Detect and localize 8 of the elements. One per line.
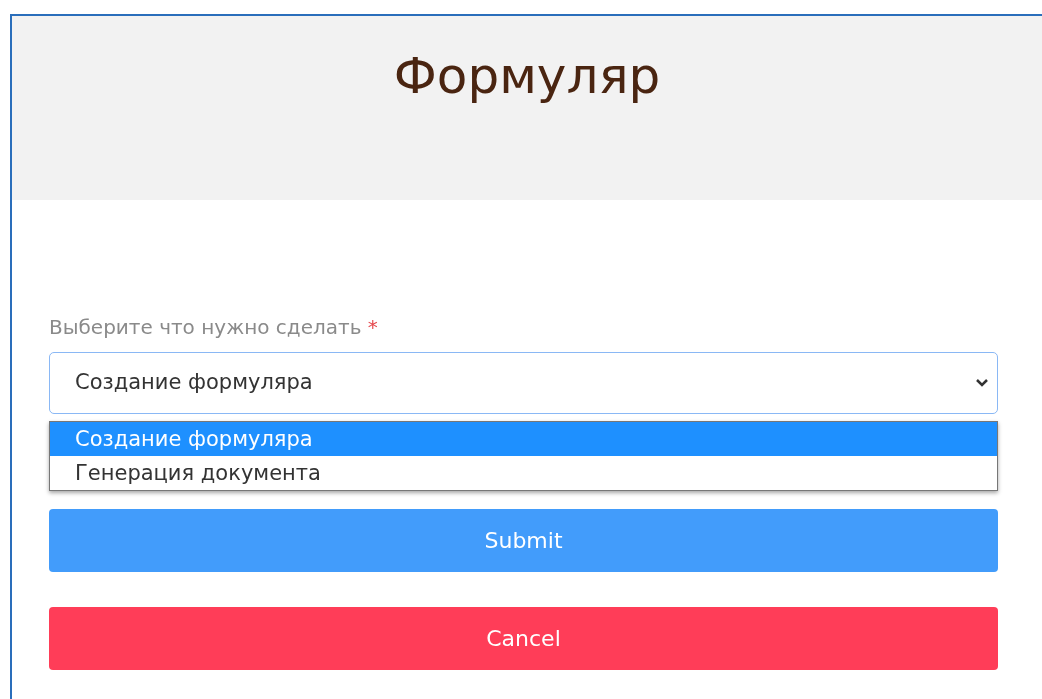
chevron-down-icon xyxy=(975,378,989,388)
field-label: Выберите что нужно сделать * xyxy=(49,314,378,341)
cancel-button[interactable]: Cancel xyxy=(49,607,998,670)
submit-button[interactable]: Submit xyxy=(49,509,998,572)
dropdown-option[interactable]: Генерация документа xyxy=(50,456,997,490)
page-title: Формуляр xyxy=(393,46,661,107)
select-field[interactable]: Создание формуляра xyxy=(49,352,998,414)
dropdown-option[interactable]: Создание формуляра xyxy=(50,422,997,456)
